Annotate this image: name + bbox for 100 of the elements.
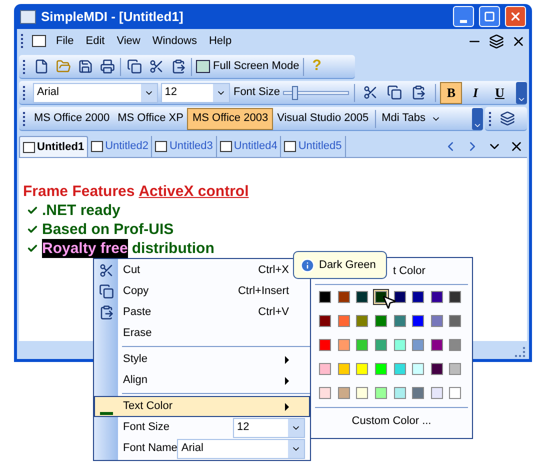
toolbar-grip-icon[interactable] — [23, 60, 26, 74]
color-swatch[interactable] — [447, 337, 464, 353]
document-icon[interactable] — [32, 35, 46, 47]
toolbar-grip-icon[interactable] — [23, 86, 26, 100]
color-swatch[interactable] — [317, 289, 333, 305]
menu-combo[interactable]: Arial — [177, 438, 305, 458]
window-title: SimpleMDI - [Untitled1] — [41, 8, 184, 26]
bullet-text: .NET ready — [42, 201, 120, 220]
color-swatch[interactable] — [447, 385, 464, 401]
close-icon — [509, 10, 522, 23]
document-tab[interactable]: Untitled2 — [88, 136, 152, 157]
color-swatch[interactable] — [372, 337, 389, 353]
theme-button[interactable]: Visual Studio 2005 — [273, 108, 373, 130]
clipboard-icon — [99, 305, 114, 320]
tooltip-text: Dark Green — [319, 258, 376, 273]
custom-color-button[interactable]: Custom Color ... — [315, 408, 468, 434]
color-swatch[interactable] — [354, 289, 370, 305]
document-tab[interactable]: Untitled1 — [19, 136, 88, 157]
menu-item[interactable]: Align — [94, 370, 310, 391]
toolbar-grip-icon[interactable] — [21, 34, 24, 48]
color-swatch[interactable] — [317, 361, 333, 377]
color-swatch[interactable] — [428, 313, 445, 329]
color-swatch[interactable] — [447, 361, 464, 377]
check-icon — [27, 205, 38, 216]
heading-text: Frame Features — [23, 182, 135, 201]
theme-button[interactable]: MS Office 2003 — [187, 108, 274, 130]
font-size-combo[interactable]: 12 — [160, 82, 230, 102]
color-swatch[interactable] — [372, 385, 389, 401]
toolbar-options-icon[interactable] — [516, 82, 528, 104]
full-screen-button[interactable]: Full Screen Mode — [194, 58, 302, 75]
maximize-button[interactable] — [479, 6, 500, 27]
resize-grip-icon[interactable] — [515, 347, 525, 357]
theme-button[interactable]: MS Office XP — [114, 108, 188, 130]
submenu-arrow-icon — [285, 356, 289, 364]
mdi-tabs-dropdown[interactable]: Mdi Tabs — [378, 110, 446, 127]
check-icon — [27, 243, 38, 254]
text-style-button[interactable]: B — [440, 82, 462, 104]
scissors-icon — [99, 263, 114, 278]
color-swatch[interactable] — [336, 361, 352, 377]
color-swatch[interactable] — [410, 385, 426, 401]
color-swatch[interactable] — [354, 385, 370, 401]
font-name-combo[interactable]: Arial — [32, 82, 158, 102]
color-swatch[interactable] — [317, 385, 333, 401]
popup-header: t Color — [393, 264, 426, 279]
menu-item[interactable]: Paste Ctrl+V — [94, 302, 310, 323]
color-swatch[interactable] — [428, 385, 445, 401]
color-swatch[interactable] — [372, 361, 389, 377]
document-tab[interactable]: Untitled5 — [281, 136, 346, 157]
menu-item[interactable]: View — [110, 32, 146, 50]
color-swatch[interactable] — [410, 337, 426, 353]
menu-item[interactable]: File — [50, 32, 80, 50]
color-swatch[interactable] — [354, 337, 370, 353]
color-swatch[interactable] — [410, 313, 426, 329]
color-swatch[interactable] — [336, 385, 352, 401]
color-swatch[interactable] — [447, 289, 464, 305]
color-swatch[interactable] — [354, 361, 370, 377]
color-swatch[interactable] — [392, 361, 408, 377]
color-swatch[interactable] — [410, 289, 426, 305]
toolbar-grip-icon[interactable] — [489, 112, 492, 126]
cursor-icon — [381, 294, 397, 310]
color-swatch[interactable] — [410, 361, 426, 377]
menu-item[interactable]: Style — [94, 349, 310, 370]
color-swatch[interactable] — [392, 289, 408, 305]
close-button[interactable] — [505, 6, 526, 27]
menu-item[interactable]: Edit — [80, 32, 111, 50]
color-swatch[interactable] — [428, 361, 445, 377]
menu-label: Font Size — [123, 420, 170, 436]
menu-combo[interactable]: 12 — [233, 418, 305, 438]
toolbar-options-icon[interactable] — [472, 108, 483, 130]
color-swatch[interactable] — [336, 337, 352, 353]
color-swatch[interactable] — [336, 289, 352, 305]
color-swatch[interactable] — [336, 313, 352, 329]
color-swatch[interactable] — [317, 313, 333, 329]
color-swatch[interactable] — [317, 337, 333, 353]
text-style-button[interactable]: I — [464, 82, 486, 104]
maximize-icon — [484, 11, 495, 22]
color-swatch[interactable] — [392, 313, 408, 329]
menu-label: Font Name — [123, 441, 178, 456]
color-swatch[interactable] — [354, 313, 370, 329]
color-swatch[interactable] — [392, 385, 408, 401]
color-swatch[interactable] — [428, 337, 445, 353]
color-swatch[interactable] — [447, 313, 464, 329]
submenu-arrow-icon — [285, 376, 289, 384]
text-style-button[interactable]: U — [489, 82, 510, 104]
menu-item[interactable]: Windows — [146, 32, 203, 50]
color-swatch[interactable] — [392, 337, 408, 353]
document-tab[interactable]: Untitled4 — [216, 136, 282, 157]
menu-item[interactable]: Help — [202, 32, 238, 50]
document-link[interactable]: ActiveX control — [138, 182, 249, 201]
document-tab[interactable]: Untitled3 — [152, 136, 217, 157]
minimize-button[interactable] — [453, 6, 474, 27]
theme-button[interactable]: MS Office 2000 — [30, 108, 114, 130]
menu-item[interactable]: Erase — [94, 323, 310, 344]
color-swatch[interactable] — [372, 313, 389, 329]
color-swatch[interactable] — [428, 289, 445, 305]
info-icon — [300, 258, 315, 272]
toolbar-grip-icon[interactable] — [23, 112, 26, 126]
menu-item[interactable]: Text Color — [94, 396, 310, 417]
menu-item[interactable]: Copy Ctrl+Insert — [94, 281, 310, 302]
font-size-slider[interactable] — [282, 84, 349, 100]
